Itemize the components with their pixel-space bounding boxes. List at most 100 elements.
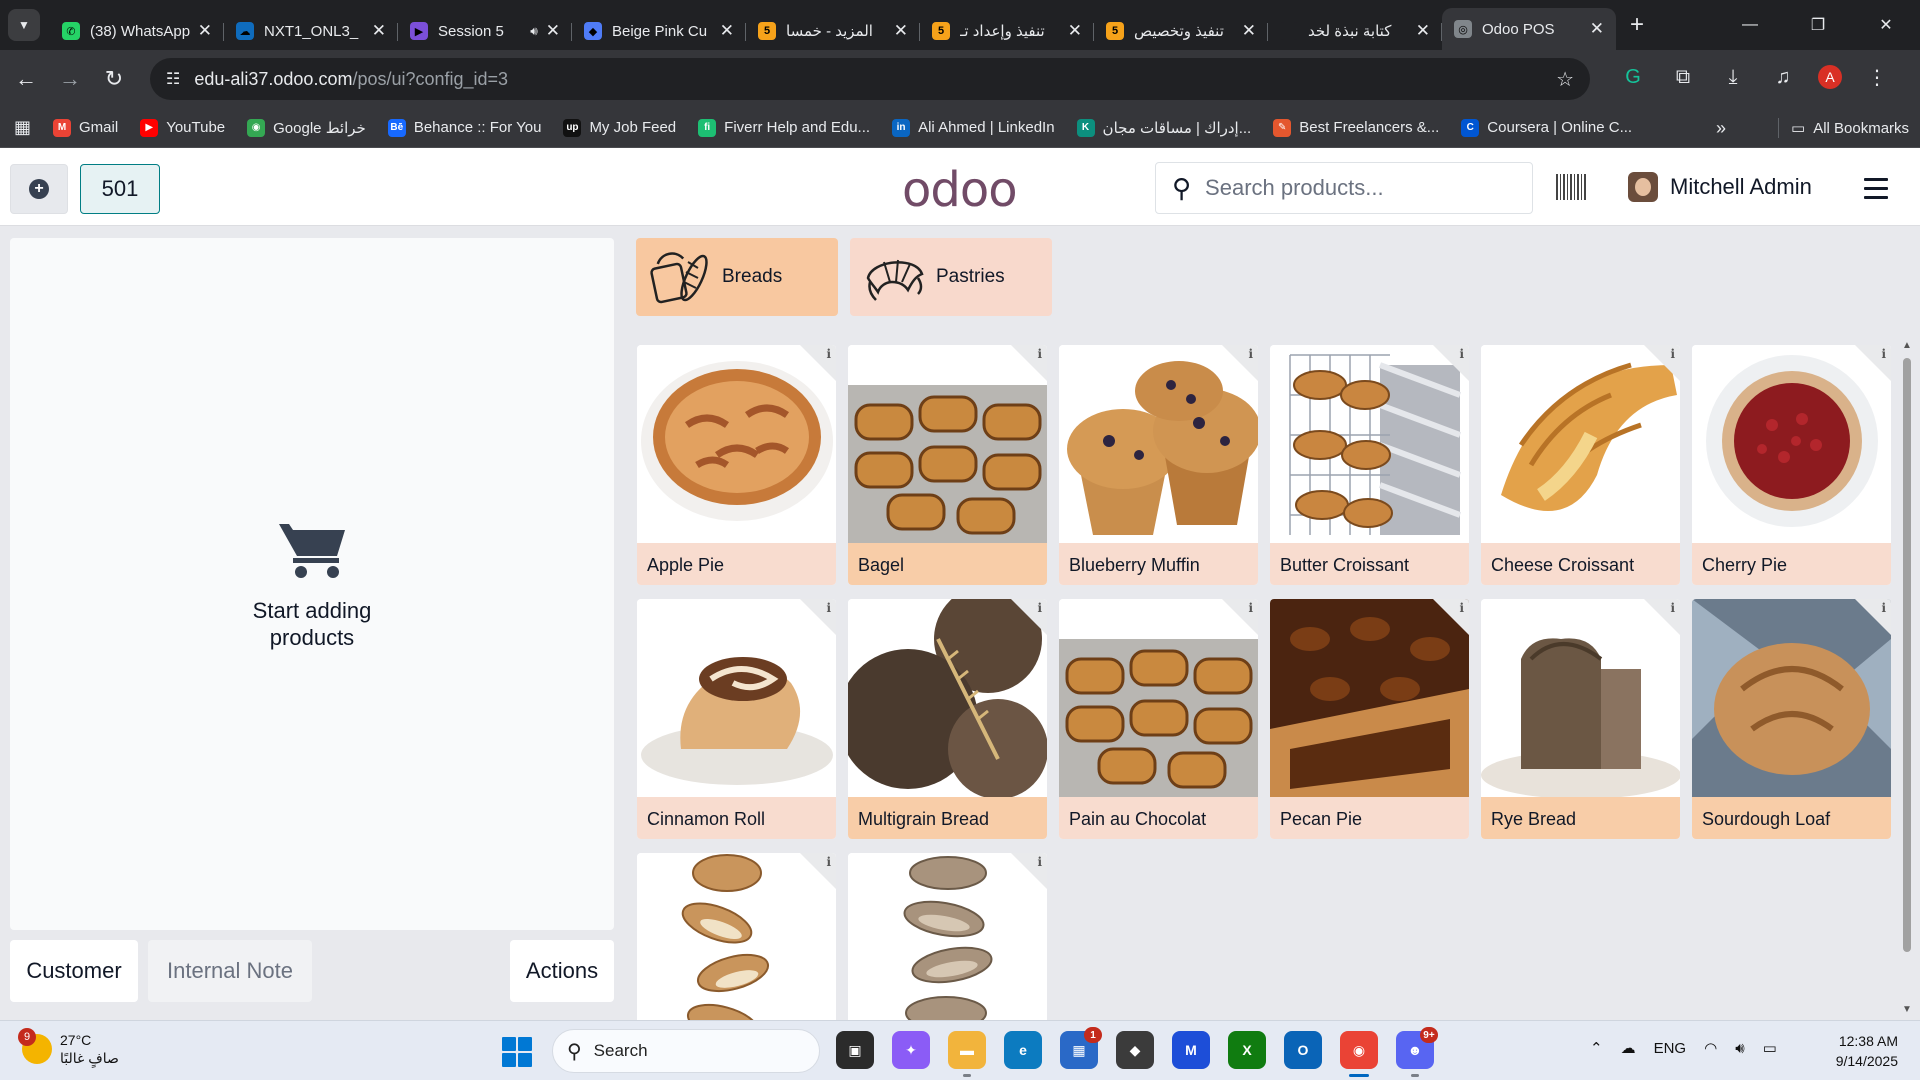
- product-card[interactable]: i: [637, 853, 836, 1020]
- info-icon[interactable]: i: [826, 855, 831, 869]
- close-icon[interactable]: ✕: [546, 21, 560, 41]
- close-icon[interactable]: ✕: [1590, 19, 1604, 39]
- browser-tab[interactable]: ▶ Session 5 🔊︎ ✕: [398, 12, 572, 50]
- profile-avatar[interactable]: A: [1818, 65, 1842, 89]
- forward-icon[interactable]: →: [48, 66, 92, 92]
- browser-tab[interactable]: ☁ NXT1_ONL3_ ✕: [224, 12, 398, 50]
- category-breads[interactable]: Breads: [636, 238, 838, 316]
- info-icon[interactable]: i: [1670, 347, 1675, 361]
- minimize-icon[interactable]: —: [1716, 0, 1784, 50]
- hamburger-menu-icon[interactable]: [1864, 178, 1888, 205]
- store-icon[interactable]: ▦ 1: [1060, 1027, 1102, 1069]
- info-icon[interactable]: i: [826, 601, 831, 615]
- bookmark-item[interactable]: fi Fiverr Help and Edu...: [698, 118, 870, 137]
- internal-note-button[interactable]: Internal Note: [148, 940, 312, 1002]
- info-icon[interactable]: i: [1459, 601, 1464, 615]
- browser-tab[interactable]: 5 تنفيذ وتخصيص ✕: [1094, 12, 1268, 50]
- start-icon[interactable]: [502, 1037, 532, 1067]
- info-icon[interactable]: i: [1670, 601, 1675, 615]
- info-icon[interactable]: i: [1881, 347, 1886, 361]
- reload-icon[interactable]: ↻: [92, 66, 136, 92]
- kebab-menu-icon[interactable]: ⋮: [1862, 62, 1892, 92]
- close-window-icon[interactable]: ✕: [1852, 0, 1920, 50]
- close-icon[interactable]: ✕: [720, 21, 734, 41]
- back-icon[interactable]: ←: [4, 66, 48, 92]
- close-icon[interactable]: ✕: [894, 21, 908, 41]
- taskbar-search[interactable]: ⚲ Search: [552, 1029, 820, 1073]
- extensions-icon[interactable]: ⧉: [1668, 62, 1698, 92]
- bookmark-item[interactable]: ✎ Best Freelancers &...: [1273, 118, 1439, 137]
- bookmark-item[interactable]: C Coursera | Online C...: [1461, 118, 1632, 137]
- info-icon[interactable]: i: [1037, 347, 1042, 361]
- language-indicator[interactable]: ENG: [1654, 1040, 1687, 1057]
- cube-app-icon[interactable]: ◆: [1116, 1031, 1154, 1069]
- barcode-icon[interactable]: [1556, 174, 1588, 200]
- volume-icon[interactable]: 🔊︎: [1735, 1040, 1744, 1057]
- info-icon[interactable]: i: [1037, 855, 1042, 869]
- network-status-icon[interactable]: ☁: [1621, 1039, 1636, 1057]
- speaker-icon[interactable]: 🔊︎: [530, 24, 538, 39]
- actions-button[interactable]: Actions: [510, 940, 614, 1002]
- info-icon[interactable]: i: [1037, 601, 1042, 615]
- product-scrollbar[interactable]: ▲ ▼: [1900, 340, 1914, 1020]
- tab-search-button[interactable]: ▼: [8, 9, 40, 41]
- close-icon[interactable]: ✕: [372, 21, 386, 41]
- new-order-button[interactable]: +: [10, 164, 68, 214]
- info-icon[interactable]: i: [1881, 601, 1886, 615]
- bookmark-star-icon[interactable]: ☆: [1556, 67, 1574, 92]
- search-input[interactable]: [1205, 175, 1506, 201]
- download-icon[interactable]: ⤓: [1718, 62, 1748, 92]
- bookmark-item[interactable]: ◉ Google خرائط: [247, 118, 366, 137]
- product-card[interactable]: i Rye Bread: [1481, 599, 1680, 839]
- bookmark-item[interactable]: Bē Behance :: For You: [387, 118, 541, 137]
- clock[interactable]: 12:38 AM 9/14/2025: [1826, 1031, 1898, 1071]
- address-bar[interactable]: ☷ edu-ali37.odoo.com/pos/ui?config_id=3 …: [150, 58, 1590, 100]
- bookmark-item[interactable]: up My Job Feed: [563, 118, 676, 137]
- copilot-icon[interactable]: ✦: [892, 1031, 930, 1069]
- browser-tab[interactable]: 5 المزيد - خمسا ✕: [746, 12, 920, 50]
- edge-icon[interactable]: e: [1004, 1031, 1042, 1069]
- scroll-up-icon[interactable]: ▲: [1902, 340, 1912, 351]
- browser-tab[interactable]: 5 تنفيذ وإعداد تـ ✕: [920, 12, 1094, 50]
- info-icon[interactable]: i: [1459, 347, 1464, 361]
- xbox-icon[interactable]: X: [1228, 1031, 1266, 1069]
- browser-tab[interactable]: ◆ Beige Pink Cu ✕: [572, 12, 746, 50]
- browser-tab[interactable]: كتابة نبذة لخد ✕: [1268, 12, 1442, 50]
- user-menu[interactable]: Mitchell Admin: [1628, 172, 1812, 202]
- product-card[interactable]: i Butter Croissant: [1270, 345, 1469, 585]
- product-card[interactable]: i Cheese Croissant: [1481, 345, 1680, 585]
- product-card[interactable]: i Blueberry Muffin: [1059, 345, 1258, 585]
- scrollbar-thumb[interactable]: [1903, 358, 1911, 952]
- visual-studio-app-icon[interactable]: M: [1172, 1031, 1210, 1069]
- site-info-icon[interactable]: ☷: [166, 69, 180, 89]
- restore-icon[interactable]: ❐: [1784, 0, 1852, 50]
- product-card[interactable]: i: [848, 853, 1047, 1020]
- product-card[interactable]: i Apple Pie: [637, 345, 836, 585]
- file-explorer-icon[interactable]: ▬: [948, 1031, 986, 1077]
- outlook-icon[interactable]: O: [1284, 1031, 1322, 1069]
- weather-widget[interactable]: 9 27°C صافٍ غالبًا: [18, 1028, 119, 1067]
- bookmark-item[interactable]: K إدراك | مساقات مجان...: [1076, 118, 1251, 137]
- wifi-icon[interactable]: ◠: [1704, 1039, 1717, 1057]
- battery-icon[interactable]: ▭: [1763, 1039, 1777, 1057]
- product-card[interactable]: i Bagel: [848, 345, 1047, 585]
- bookmark-item[interactable]: ▶ YouTube: [140, 118, 225, 137]
- apps-grid-icon[interactable]: ▦: [14, 117, 31, 138]
- bookmark-item[interactable]: M Gmail: [53, 118, 118, 137]
- product-card[interactable]: i Cinnamon Roll: [637, 599, 836, 839]
- bookmark-item[interactable]: in Ali Ahmed | LinkedIn: [892, 118, 1055, 137]
- info-icon[interactable]: i: [1248, 347, 1253, 361]
- info-icon[interactable]: i: [826, 347, 831, 361]
- product-card[interactable]: i Sourdough Loaf: [1692, 599, 1891, 839]
- task-view-icon[interactable]: ▣: [836, 1031, 874, 1069]
- all-bookmarks-button[interactable]: ▭ All Bookmarks: [1778, 118, 1909, 138]
- chrome-icon[interactable]: ◉: [1340, 1031, 1378, 1077]
- customer-button[interactable]: Customer: [10, 940, 138, 1002]
- scroll-down-icon[interactable]: ▼: [1902, 1004, 1912, 1015]
- new-tab-button[interactable]: +: [1630, 11, 1644, 39]
- browser-tab[interactable]: ◎ Odoo POS ✕: [1442, 8, 1616, 50]
- product-card[interactable]: i Multigrain Bread: [848, 599, 1047, 839]
- close-icon[interactable]: ✕: [198, 21, 212, 41]
- order-tab[interactable]: 501: [80, 164, 160, 214]
- chevron-up-icon[interactable]: ⌃: [1590, 1039, 1603, 1057]
